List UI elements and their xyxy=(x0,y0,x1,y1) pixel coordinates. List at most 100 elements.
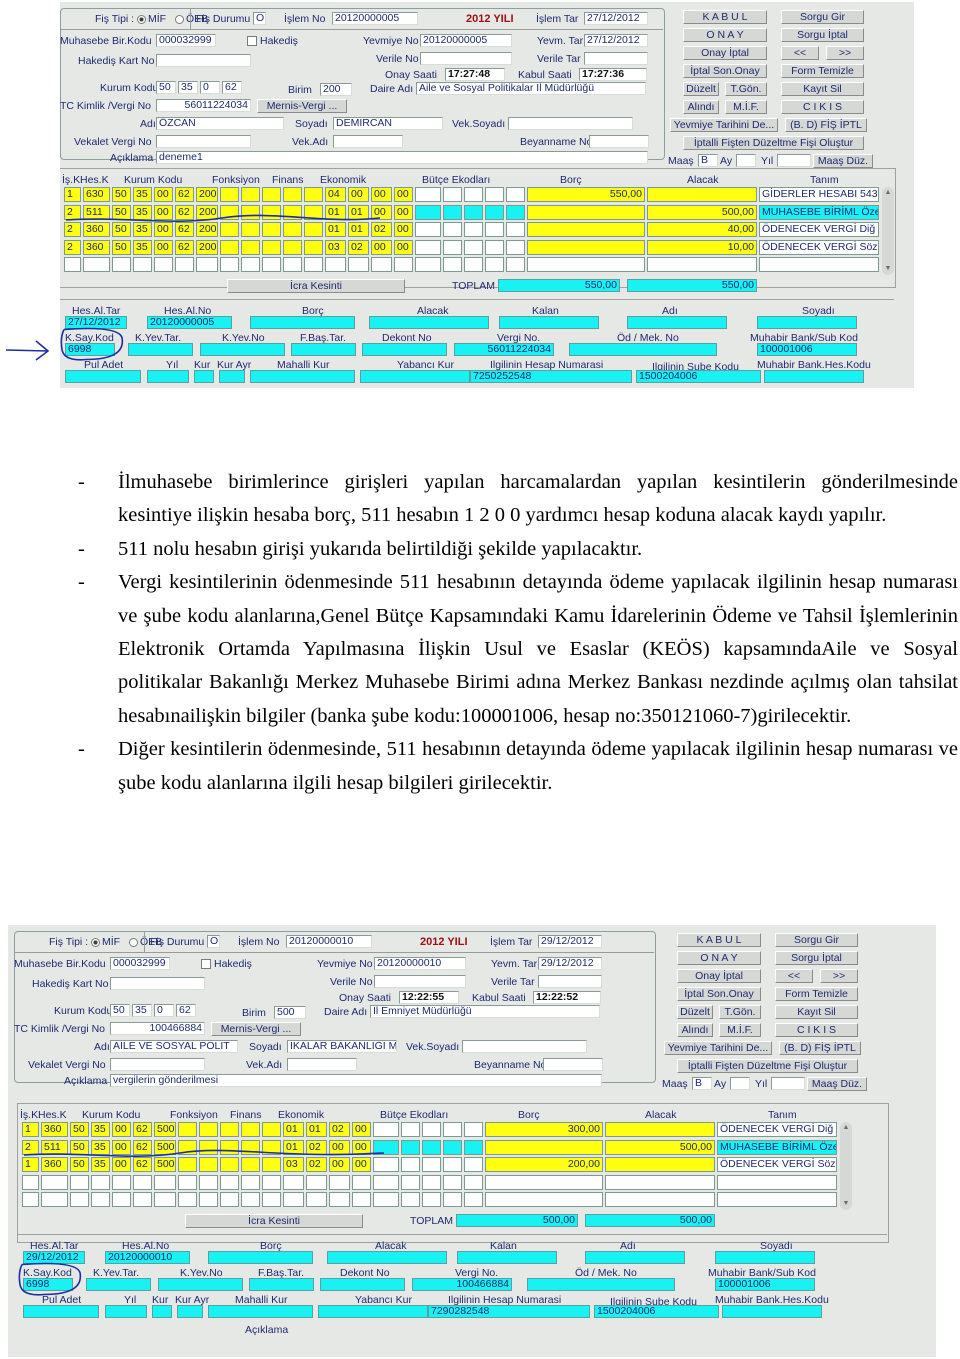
beyanname-no-field[interactable] xyxy=(543,1058,603,1071)
mif-button[interactable]: M.İ.F. xyxy=(719,1023,761,1037)
alacak-field[interactable] xyxy=(327,1250,447,1264)
grid-scrollbar[interactable]: ▲ ▼ xyxy=(882,187,894,275)
cell-kurum-kodu[interactable]: 62 xyxy=(133,1157,152,1172)
grid-cell[interactable] xyxy=(133,1174,152,1190)
cell-borc[interactable]: 300,00 xyxy=(485,1122,603,1137)
cell-kurum-kodu[interactable]: 200 xyxy=(196,187,218,202)
cell-kurum-kodu[interactable]: 50 xyxy=(70,1139,89,1155)
radio-mif[interactable] xyxy=(91,937,101,947)
cell-kurum-kodu[interactable]: 50 xyxy=(112,222,131,237)
cell-ekonomik[interactable]: 01 xyxy=(283,1122,304,1137)
cell-borc[interactable] xyxy=(527,239,645,255)
prev-button[interactable]: << xyxy=(775,969,813,983)
kur-ayr-field[interactable] xyxy=(177,1304,203,1318)
cell-tanim[interactable]: ÖDENECEK VERGİ Diğ xyxy=(759,222,879,237)
k-yev-tar-field[interactable] xyxy=(86,1277,151,1291)
grid-cell[interactable] xyxy=(485,1192,603,1207)
scroll-down-icon[interactable]: ▼ xyxy=(841,1199,851,1209)
alindi-button[interactable]: Alındı xyxy=(677,1023,713,1037)
cell-butce-ekod[interactable] xyxy=(422,1122,441,1137)
grid-cell[interactable] xyxy=(112,1174,131,1190)
adi-field[interactable]: ÖZCAN xyxy=(156,117,284,130)
mif-button[interactable]: M.İ.F. xyxy=(725,100,767,114)
cell-kurum-kodu[interactable]: 00 xyxy=(112,1157,131,1172)
cell-hes-k[interactable]: 360 xyxy=(83,239,110,255)
cell-kurum-kodu[interactable]: 00 xyxy=(154,239,173,255)
cell-ekonomik[interactable]: 00 xyxy=(371,204,392,220)
vekalet-vergi-no-field[interactable] xyxy=(110,1058,205,1071)
cell-ekonomik[interactable]: 04 xyxy=(325,187,346,202)
verile-tar-field[interactable] xyxy=(584,52,648,65)
next-button[interactable]: >> xyxy=(820,969,858,983)
cell-borc[interactable] xyxy=(527,204,645,220)
cell-hes-k[interactable]: 511 xyxy=(83,204,110,220)
cell-kurum-kodu[interactable]: 00 xyxy=(154,204,173,220)
vek-soyadi-field[interactable] xyxy=(462,1040,587,1053)
ay-field[interactable] xyxy=(736,154,756,167)
grid-cell[interactable] xyxy=(527,257,645,272)
cell-kurum-kodu[interactable]: 500 xyxy=(154,1122,176,1137)
bd-fis-iptal-button[interactable]: (B. D) FİŞ İPTL xyxy=(779,1041,861,1055)
cell-fonksiyon[interactable] xyxy=(199,1122,218,1137)
grid-cell[interactable] xyxy=(329,1192,350,1207)
form-temizle-button[interactable]: Form Temizle xyxy=(781,64,864,78)
cell-kurum-kodu[interactable]: 35 xyxy=(133,204,152,220)
yevmiye-tarihini-degistir-button[interactable]: Yevmiye Tarihini De... xyxy=(664,1041,772,1055)
cell-ekonomik[interactable]: 01 xyxy=(348,222,369,237)
cell-kurum-kodu[interactable]: 62 xyxy=(133,1139,152,1155)
dekont-no-field[interactable] xyxy=(320,1277,405,1291)
grid-cell[interactable] xyxy=(283,1174,304,1190)
grid-cell[interactable] xyxy=(241,1174,260,1190)
cell-kurum-kodu[interactable]: 00 xyxy=(112,1139,131,1155)
cell-ekonomik[interactable]: 01 xyxy=(306,1122,327,1137)
cell-fonksiyon[interactable] xyxy=(241,222,260,237)
islem-no-field[interactable]: 20120000010 xyxy=(286,935,372,948)
next-button[interactable]: >> xyxy=(826,46,864,60)
cell-alacak[interactable] xyxy=(605,1157,715,1172)
grid-cell[interactable] xyxy=(329,1174,350,1190)
grid-cell[interactable] xyxy=(91,1192,110,1207)
cell-ekonomik[interactable]: 00 xyxy=(371,187,392,202)
form-temizle-button[interactable]: Form Temizle xyxy=(775,987,858,1001)
cell-kurum-kodu[interactable]: 200 xyxy=(196,222,218,237)
borc-field[interactable] xyxy=(250,315,355,329)
cell-butce-ekod[interactable] xyxy=(506,239,525,255)
cell-tanim[interactable]: ÖDENECEK VERGİ Söz xyxy=(759,239,879,255)
muhabir-bank-hes-field[interactable] xyxy=(764,369,864,383)
cell-butce-ekod[interactable] xyxy=(415,222,441,237)
cell-ekonomik[interactable]: 03 xyxy=(325,239,346,255)
grid-cell[interactable] xyxy=(262,1192,281,1207)
yevmiye-no-field[interactable]: 20120000010 xyxy=(374,957,466,970)
soyadi-field[interactable]: DEMİRCAN xyxy=(333,117,443,130)
cell-ekonomik[interactable]: 00 xyxy=(352,1139,371,1155)
cell-ekonomik[interactable]: 00 xyxy=(352,1157,371,1172)
cell-alacak[interactable]: 10,00 xyxy=(647,239,757,255)
k-yev-tar-field[interactable] xyxy=(128,342,193,356)
t-gon-button[interactable]: T.Gön. xyxy=(725,82,767,96)
verile-tar-field[interactable] xyxy=(538,975,602,988)
fis-durumu-field[interactable]: O xyxy=(207,935,220,948)
kurum-kodu-field[interactable]: 35 xyxy=(178,81,198,94)
cell-butce-ekod[interactable] xyxy=(485,187,504,202)
cell-kurum-kodu[interactable]: 35 xyxy=(133,239,152,255)
cell-is-k[interactable]: 2 xyxy=(64,239,81,255)
hakedis-kart-no-field[interactable] xyxy=(156,54,251,67)
hes-al-no-field[interactable]: 20120000010 xyxy=(105,1250,190,1264)
alindi-button[interactable]: Alındı xyxy=(683,100,719,114)
grid-cell[interactable] xyxy=(415,257,441,272)
cell-alacak[interactable] xyxy=(647,187,757,202)
cell-fonksiyon[interactable] xyxy=(220,187,239,202)
soyadi-detail-field[interactable] xyxy=(715,1250,815,1264)
cell-kurum-kodu[interactable]: 00 xyxy=(154,187,173,202)
yil-field[interactable] xyxy=(777,154,811,167)
cell-ekonomik[interactable]: 02 xyxy=(371,222,392,237)
iptalli-fisten-duzeltme-button[interactable]: İptalli Fişten Düzeltme Fişi Oluştur xyxy=(677,1059,858,1073)
cell-hes-k[interactable]: 360 xyxy=(83,222,110,237)
cell-butce-ekod[interactable] xyxy=(401,1139,420,1155)
grid-cell[interactable] xyxy=(70,1192,89,1207)
grid-cell[interactable] xyxy=(41,1174,68,1190)
islem-tar-field[interactable]: 27/12/2012 xyxy=(584,12,648,25)
grid-cell[interactable] xyxy=(154,1192,176,1207)
muhabir-bank-hes-field[interactable] xyxy=(722,1304,822,1318)
bd-fis-iptal-button[interactable]: (B. D) FİŞ İPTL xyxy=(785,118,867,132)
